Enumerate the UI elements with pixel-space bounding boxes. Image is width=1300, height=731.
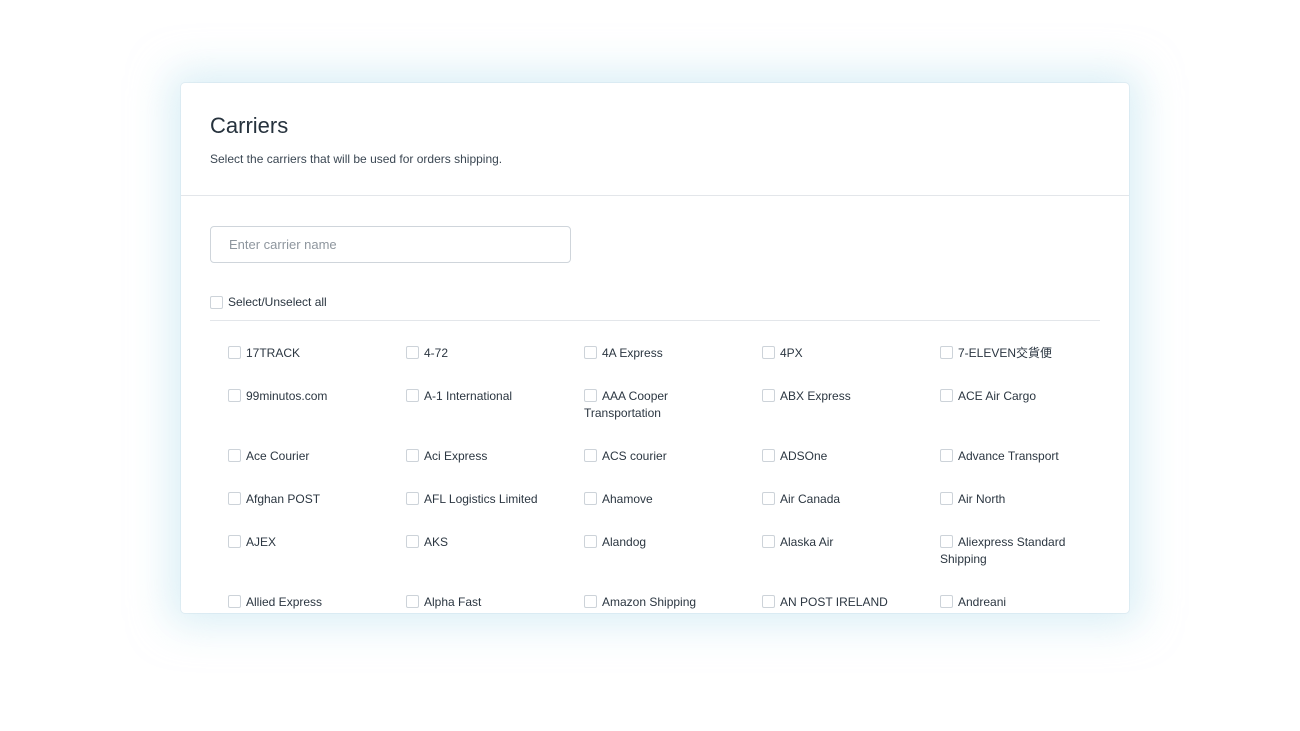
carrier-checkbox[interactable] (406, 492, 419, 505)
card-header: Carriers Select the carriers that will b… (181, 83, 1129, 196)
carrier-option[interactable]: Andreani (940, 594, 1118, 611)
carrier-option[interactable]: Ace Courier (228, 448, 406, 465)
carrier-label: 17TRACK (246, 346, 301, 360)
carrier-checkbox[interactable] (228, 389, 241, 402)
carrier-option[interactable]: 4-72 (406, 345, 584, 362)
carrier-checkbox[interactable] (762, 389, 775, 402)
carrier-option[interactable]: 4PX (762, 345, 940, 362)
carrier-label: 4A Express (602, 346, 663, 360)
carrier-checkbox[interactable] (228, 492, 241, 505)
carrier-option[interactable]: AN POST IRELAND (762, 594, 940, 611)
carrier-checkbox[interactable] (406, 389, 419, 402)
carrier-checkbox[interactable] (940, 492, 953, 505)
carrier-label: Air Canada (780, 492, 841, 506)
carrier-label: AKS (424, 535, 449, 549)
carrier-option[interactable]: AJEX (228, 534, 406, 568)
select-all-label: Select/Unselect all (228, 295, 327, 309)
carrier-checkbox[interactable] (940, 389, 953, 402)
carrier-checkbox[interactable] (584, 492, 597, 505)
carrier-label: Afghan POST (246, 492, 321, 506)
carrier-label: Aliexpress Standard Shipping (940, 535, 1066, 566)
carrier-option[interactable]: Afghan POST (228, 491, 406, 508)
carrier-checkbox[interactable] (584, 595, 597, 608)
carrier-checkbox[interactable] (228, 595, 241, 608)
carrier-checkbox[interactable] (406, 595, 419, 608)
carrier-option[interactable]: 17TRACK (228, 345, 406, 362)
carriers-card: Carriers Select the carriers that will b… (181, 83, 1129, 613)
select-all-checkbox[interactable] (210, 295, 223, 309)
carrier-checkbox[interactable] (228, 535, 241, 548)
carrier-option[interactable]: Advance Transport (940, 448, 1118, 465)
carrier-checkbox[interactable] (406, 535, 419, 548)
carrier-label: Ahamove (602, 492, 653, 506)
carrier-label: ADSOne (780, 449, 828, 463)
carrier-option[interactable]: 99minutos.com (228, 388, 406, 422)
carrier-label: Andreani (958, 595, 1007, 609)
carrier-option[interactable]: ABX Express (762, 388, 940, 422)
carrier-label: Advance Transport (958, 449, 1059, 463)
carrier-option[interactable]: ACE Air Cargo (940, 388, 1118, 422)
carrier-option[interactable]: AAA Cooper Transportation (584, 388, 762, 422)
carrier-option[interactable]: Alandog (584, 534, 762, 568)
carrier-label: 7-ELEVEN交貨便 (958, 346, 1053, 360)
carrier-checkbox[interactable] (940, 449, 953, 462)
carrier-checkbox[interactable] (940, 346, 953, 359)
carrier-label: ABX Express (780, 389, 851, 403)
carrier-option[interactable]: 7-ELEVEN交貨便 (940, 345, 1118, 362)
carrier-option[interactable]: Alaska Air (762, 534, 940, 568)
carrier-option[interactable]: Allied Express (228, 594, 406, 611)
carrier-label: Alaska Air (780, 535, 834, 549)
card-body: Select/Unselect all 17TRACK 4-72 4A Expres… (181, 196, 1129, 613)
carrier-label: 4PX (780, 346, 803, 360)
carrier-option[interactable]: Air North (940, 491, 1118, 508)
carrier-checkbox[interactable] (406, 346, 419, 359)
carrier-option[interactable]: Aci Express (406, 448, 584, 465)
carrier-checkbox[interactable] (762, 346, 775, 359)
carrier-option[interactable]: Alpha Fast (406, 594, 584, 611)
carrier-label: AFL Logistics Limited (424, 492, 538, 506)
carrier-option[interactable]: A-1 International (406, 388, 584, 422)
carrier-label: A-1 International (424, 389, 513, 403)
carrier-checkbox[interactable] (762, 449, 775, 462)
carrier-label: Aci Express (424, 449, 488, 463)
carrier-option[interactable]: ACS courier (584, 448, 762, 465)
carrier-checkbox[interactable] (762, 595, 775, 608)
page-title: Carriers (210, 113, 289, 138)
carrier-checkbox[interactable] (940, 595, 953, 608)
carrier-checkbox[interactable] (762, 492, 775, 505)
carrier-label: Alandog (602, 535, 647, 549)
carrier-option[interactable]: Air Canada (762, 491, 940, 508)
carrier-label: Amazon Shipping (602, 595, 697, 609)
carrier-label: Alpha Fast (424, 595, 482, 609)
carrier-checkbox[interactable] (406, 449, 419, 462)
carrier-label: AN POST IRELAND (780, 595, 888, 609)
carrier-label: 99minutos.com (246, 389, 328, 403)
carrier-label: 4-72 (424, 346, 449, 360)
carrier-label: ACS courier (602, 449, 667, 463)
carrier-checkbox[interactable] (584, 535, 597, 548)
carrier-option[interactable]: Aliexpress Standard Shipping (940, 534, 1118, 568)
carrier-option[interactable]: AKS (406, 534, 584, 568)
select-all-row[interactable]: Select/Unselect all (210, 290, 1100, 321)
carrier-checkbox[interactable] (584, 449, 597, 462)
carrier-checkbox[interactable] (228, 449, 241, 462)
page-subtitle: Select the carriers that will be used fo… (210, 152, 503, 166)
carrier-checkbox[interactable] (762, 535, 775, 548)
carrier-option[interactable]: 4A Express (584, 345, 762, 362)
carrier-checkbox[interactable] (584, 346, 597, 359)
carrier-label: Ace Courier (246, 449, 310, 463)
carrier-checkbox[interactable] (940, 535, 953, 548)
carriers-grid: 17TRACK 4-72 4A Express 4PX 7-ELEVEN交貨便 99min… (210, 321, 1100, 613)
carrier-option[interactable]: ADSOne (762, 448, 940, 465)
carrier-option[interactable]: Amazon Shipping (584, 594, 762, 611)
carrier-checkbox[interactable] (228, 346, 241, 359)
carrier-checkbox[interactable] (584, 389, 597, 402)
carrier-label: Air North (958, 492, 1006, 506)
carrier-option[interactable]: Ahamove (584, 491, 762, 508)
carrier-label: AJEX (246, 535, 277, 549)
carrier-label: ACE Air Cargo (958, 389, 1037, 403)
carrier-search-input[interactable] (210, 226, 571, 263)
carrier-option[interactable]: AFL Logistics Limited (406, 491, 584, 508)
carrier-label: Allied Express (246, 595, 323, 609)
